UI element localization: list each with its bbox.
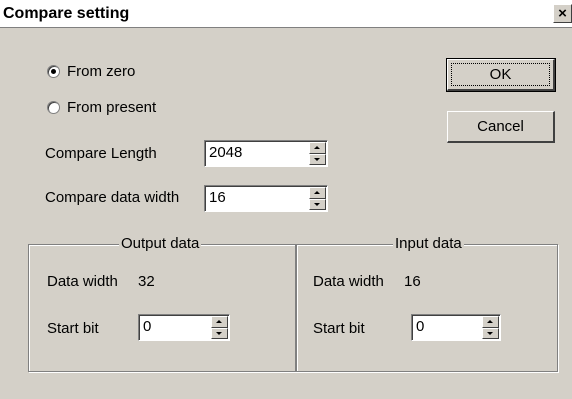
ok-button[interactable]: OK — [446, 58, 556, 92]
input-start-bit-value: 0 — [416, 318, 425, 335]
radio-checked-icon — [47, 65, 60, 78]
close-button[interactable]: × — [553, 4, 572, 23]
title-bar: Compare setting × — [0, 0, 572, 28]
input-start-bit-label: Start bit — [313, 320, 365, 337]
radio-from-present[interactable]: From present — [47, 99, 156, 116]
compare-data-width-down-button[interactable] — [309, 198, 326, 210]
input-data-width-value: 16 — [404, 273, 421, 290]
radio-from-zero-label: From zero — [67, 63, 136, 80]
output-start-bit-down-button[interactable] — [211, 327, 228, 339]
output-data-width-value: 32 — [138, 273, 155, 290]
output-data-group: Output data — [28, 235, 296, 372]
cancel-button-label: Cancel — [477, 118, 524, 135]
close-icon: × — [558, 5, 567, 22]
input-start-bit-down-button[interactable] — [482, 327, 499, 339]
output-start-bit-value: 0 — [143, 318, 152, 335]
compare-setting-dialog: Compare setting × From zero From present… — [0, 0, 572, 399]
input-data-title: Input data — [393, 235, 464, 252]
compare-length-stepper[interactable]: 2048 — [204, 140, 328, 167]
input-start-bit-stepper[interactable]: 0 — [411, 314, 501, 341]
output-start-bit-label: Start bit — [47, 320, 99, 337]
arrow-down-icon — [487, 331, 493, 335]
output-data-width-label: Data width — [47, 273, 118, 290]
dialog-title: Compare setting — [3, 5, 130, 22]
compare-data-width-stepper[interactable]: 16 — [204, 185, 328, 212]
radio-from-zero[interactable]: From zero — [47, 63, 135, 80]
compare-length-up-button[interactable] — [309, 142, 326, 154]
input-data-group: Input data — [296, 235, 558, 372]
arrow-up-icon — [487, 320, 493, 323]
input-start-bit-up-button[interactable] — [482, 316, 499, 328]
compare-data-width-up-button[interactable] — [309, 187, 326, 199]
arrow-down-icon — [314, 157, 320, 161]
radio-from-present-label: From present — [67, 99, 157, 116]
radio-unchecked-icon — [47, 101, 60, 114]
compare-length-down-button[interactable] — [309, 153, 326, 165]
arrow-down-icon — [216, 331, 222, 335]
arrow-up-icon — [314, 146, 320, 149]
compare-data-width-value: 16 — [209, 189, 226, 206]
compare-data-width-label: Compare data width — [45, 189, 180, 206]
compare-length-label: Compare Length — [45, 145, 157, 162]
output-start-bit-stepper[interactable]: 0 — [138, 314, 230, 341]
input-data-width-label: Data width — [313, 273, 384, 290]
arrow-up-icon — [314, 191, 320, 194]
output-data-title: Output data — [119, 235, 202, 252]
arrow-down-icon — [314, 202, 320, 206]
cancel-button[interactable]: Cancel — [447, 111, 555, 143]
output-start-bit-up-button[interactable] — [211, 316, 228, 328]
compare-length-value: 2048 — [209, 144, 243, 161]
arrow-up-icon — [216, 320, 222, 323]
